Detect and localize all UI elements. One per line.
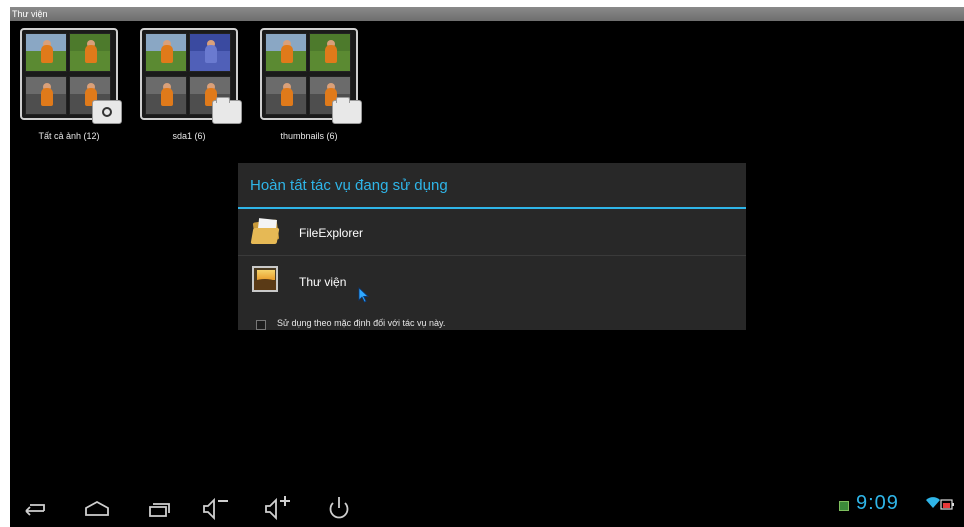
album-thumb xyxy=(189,33,231,72)
volume-up-icon[interactable] xyxy=(262,495,292,521)
album-thumb xyxy=(265,33,307,72)
mouse-cursor-icon xyxy=(358,287,370,303)
album-label: Tất cả ảnh (12) xyxy=(38,131,100,141)
album-thumb xyxy=(145,76,187,115)
album-label: thumbnails (6) xyxy=(280,131,338,141)
album-thumbnails[interactable] xyxy=(260,28,362,124)
notification-icon[interactable] xyxy=(839,501,849,511)
use-default-checkbox[interactable] xyxy=(256,320,266,330)
volume-down-icon[interactable] xyxy=(200,495,230,521)
dialog-title-divider xyxy=(238,207,746,209)
battery-icon xyxy=(940,499,954,510)
album-thumb xyxy=(145,33,187,72)
album-label: sda1 (6) xyxy=(172,131,206,141)
divider xyxy=(238,255,746,256)
recent-apps-icon[interactable] xyxy=(144,495,174,521)
home-icon[interactable] xyxy=(82,495,112,521)
camera-icon xyxy=(92,100,122,124)
dialog-title: Hoàn tất tác vụ đang sử dụng xyxy=(250,177,448,194)
file-explorer-icon xyxy=(250,218,282,245)
wifi-icon xyxy=(926,497,940,508)
album-thumb xyxy=(265,76,307,115)
power-icon[interactable] xyxy=(324,495,354,521)
album-thumb xyxy=(25,33,67,72)
album-sda1[interactable] xyxy=(140,28,242,124)
chooser-item-label: FileExplorer xyxy=(299,226,364,240)
album-thumb xyxy=(309,33,351,72)
chooser-item-gallery[interactable]: Thư viện xyxy=(238,257,746,303)
album-all-photos[interactable] xyxy=(20,28,122,124)
folder-icon xyxy=(212,97,242,124)
album-thumb xyxy=(69,33,111,72)
gallery-icon xyxy=(252,266,278,292)
android-screen: Thư viện Tất cả ảnh (12) sda1 (6) thumbn… xyxy=(10,7,964,527)
chooser-item-fileexplorer[interactable]: FileExplorer xyxy=(238,210,746,256)
window-titlebar: Thư viện xyxy=(10,7,964,21)
use-default-label[interactable]: Sử dụng theo mặc định đối với tác vụ này… xyxy=(277,318,445,328)
system-navigation-bar xyxy=(10,485,964,527)
status-clock[interactable]: 9:09 xyxy=(856,492,899,515)
album-thumb xyxy=(25,76,67,115)
chooser-item-label: Thư viện xyxy=(299,275,347,289)
folder-icon xyxy=(332,97,362,124)
window-title: Thư viện xyxy=(12,9,48,19)
back-icon[interactable] xyxy=(20,495,50,521)
app-chooser-dialog: Hoàn tất tác vụ đang sử dụng FileExplore… xyxy=(238,163,746,330)
